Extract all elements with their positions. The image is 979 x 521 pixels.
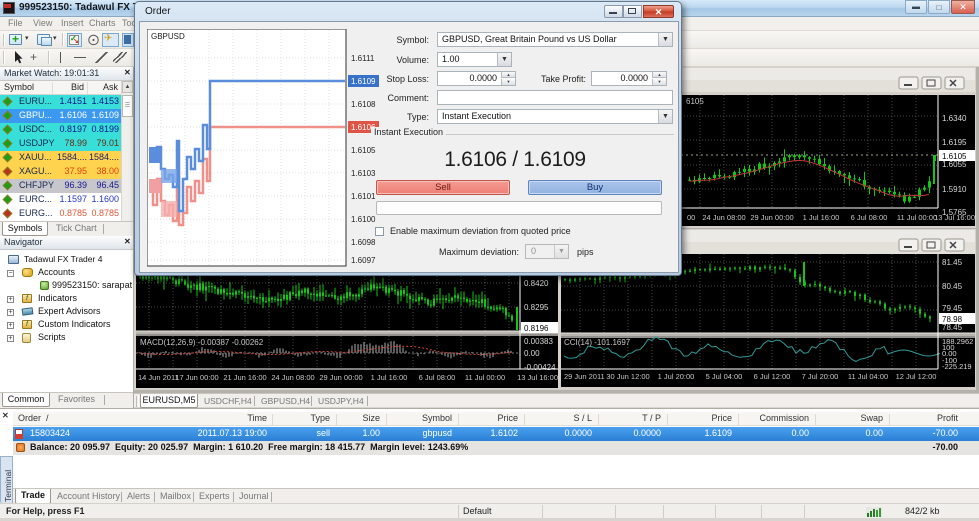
svg-text:11 Jul 00:00: 11 Jul 00:00 [897, 213, 937, 222]
svg-text:1.6105: 1.6105 [942, 152, 967, 161]
svg-text:6 Jul 12:00: 6 Jul 12:00 [754, 372, 791, 381]
svg-text:12 Jul 12:00: 12 Jul 12:00 [896, 372, 937, 381]
svg-text:80.45: 80.45 [942, 282, 963, 291]
svg-text:1 Jul 16:00: 1 Jul 16:00 [371, 373, 408, 382]
svg-text:0.8295: 0.8295 [524, 303, 549, 312]
svg-text:1.6111: 1.6111 [351, 54, 375, 63]
svg-text:1.6098: 1.6098 [351, 238, 376, 247]
svg-text:1 Jul 20:00: 1 Jul 20:00 [658, 372, 695, 381]
svg-text:1.6340: 1.6340 [942, 114, 967, 123]
svg-text:24 Jun 08:00: 24 Jun 08:00 [271, 373, 314, 382]
svg-text:29 Jun 00:00: 29 Jun 00:00 [750, 213, 793, 222]
svg-text:5 Jul 04:00: 5 Jul 04:00 [706, 372, 743, 381]
svg-text:00: 00 [687, 213, 695, 222]
svg-text:0.8196: 0.8196 [524, 324, 549, 333]
svg-text:1.6105: 1.6105 [351, 146, 376, 155]
svg-text:81.45: 81.45 [942, 258, 963, 267]
svg-text:13 Jul 16:00: 13 Jul 16:00 [934, 213, 975, 222]
svg-text:29 Jun 00:00: 29 Jun 00:00 [319, 373, 362, 382]
svg-text:1.5910: 1.5910 [942, 185, 967, 194]
svg-text:79.45: 79.45 [942, 304, 963, 313]
svg-text:13 Jul 16:00: 13 Jul 16:00 [517, 373, 558, 382]
svg-text:11 Jul 00:00: 11 Jul 00:00 [465, 373, 505, 382]
svg-text:0.8420: 0.8420 [524, 279, 549, 288]
svg-text:24 Jun 08:00: 24 Jun 08:00 [702, 213, 745, 222]
svg-text:1.6100: 1.6100 [351, 215, 376, 224]
svg-text:1.6195: 1.6195 [942, 138, 967, 147]
svg-text:-0.00424: -0.00424 [524, 363, 556, 372]
svg-text:1.6055: 1.6055 [942, 160, 967, 169]
svg-text:1.6109: 1.6109 [351, 77, 376, 86]
svg-text:0.00383: 0.00383 [524, 337, 553, 346]
svg-text:GBPUSD: GBPUSD [151, 32, 185, 41]
svg-text:6 Jul 08:00: 6 Jul 08:00 [851, 213, 888, 222]
svg-text:1.6097: 1.6097 [351, 256, 376, 265]
svg-text:30 Jun 12:00: 30 Jun 12:00 [606, 372, 649, 381]
svg-text:11 Jul 04:00: 11 Jul 04:00 [848, 372, 888, 381]
svg-text:MACD(12,26,9) -0.00387 -0.0026: MACD(12,26,9) -0.00387 -0.00262 [140, 338, 264, 347]
svg-text:1 Jul 16:00: 1 Jul 16:00 [803, 213, 840, 222]
svg-text:78.45: 78.45 [942, 323, 963, 332]
svg-text:14 Jun 2011: 14 Jun 2011 [138, 373, 179, 382]
svg-text:6 Jul 08:00: 6 Jul 08:00 [419, 373, 456, 382]
svg-text:1.6108: 1.6108 [351, 100, 376, 109]
svg-text:0.00: 0.00 [524, 349, 540, 358]
svg-text:CCI(14) -101.1697: CCI(14) -101.1697 [564, 338, 631, 347]
svg-text:17 Jun 00:00: 17 Jun 00:00 [175, 373, 218, 382]
svg-text:6105: 6105 [686, 97, 704, 106]
svg-text:7 Jul 20:00: 7 Jul 20:00 [802, 372, 839, 381]
svg-text:1.6101: 1.6101 [351, 192, 376, 201]
svg-text:78.98: 78.98 [942, 315, 963, 324]
svg-text:1.6103: 1.6103 [351, 169, 376, 178]
svg-text:-225.219: -225.219 [942, 362, 972, 371]
svg-text:29 Jun 2011: 29 Jun 2011 [564, 372, 605, 381]
svg-text:21 Jun 16:00: 21 Jun 16:00 [223, 373, 266, 382]
